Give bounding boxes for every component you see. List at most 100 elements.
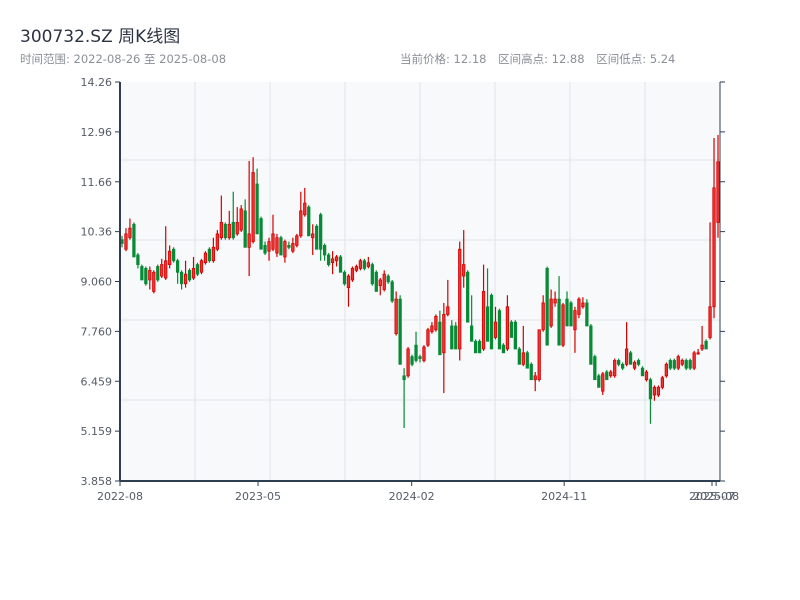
candle-body — [450, 325, 454, 350]
candle-body — [454, 325, 458, 350]
candle-body — [501, 344, 506, 354]
candle-body — [481, 291, 486, 350]
candle-body — [358, 260, 363, 269]
candle-up — [656, 385, 661, 397]
candle-body — [223, 223, 227, 239]
candle-up — [660, 375, 665, 390]
candle-body — [140, 266, 144, 281]
candle-body — [458, 248, 462, 350]
candle-body — [613, 360, 617, 377]
candle-body — [712, 187, 716, 308]
candle-body — [390, 281, 394, 302]
candle-down — [338, 254, 343, 273]
candle-body — [283, 241, 287, 258]
candle-body — [120, 239, 124, 244]
candle-down — [529, 362, 533, 381]
candle-down — [628, 350, 633, 365]
candle-down — [668, 358, 672, 371]
candle-down — [473, 339, 478, 354]
candle-body — [430, 325, 434, 333]
candle-body — [378, 279, 382, 287]
y-tick-label: 9.060 — [81, 276, 113, 289]
candle-body — [581, 302, 585, 308]
candle-body — [219, 221, 223, 239]
candle-body — [521, 352, 525, 365]
candle-body — [195, 264, 200, 275]
candle-up — [537, 329, 541, 382]
candle-down — [589, 324, 593, 365]
candle-body — [605, 371, 609, 381]
candle-body — [187, 269, 192, 281]
candle-down — [585, 299, 589, 327]
candle-body — [477, 340, 482, 354]
candle-up — [406, 347, 410, 378]
candle-body — [307, 206, 311, 237]
candle-body — [716, 161, 720, 223]
candle-body — [636, 360, 641, 365]
candle-up — [199, 258, 204, 275]
candle-body — [692, 352, 696, 369]
candle-body — [203, 252, 208, 264]
candle-body — [426, 329, 430, 346]
candle-body — [132, 223, 136, 258]
candle-body — [287, 245, 291, 248]
candle-body — [211, 246, 216, 262]
candle-body — [545, 268, 549, 346]
candle-body — [617, 360, 621, 365]
candle-body — [199, 260, 204, 273]
candle-body — [164, 260, 168, 279]
candle-body — [406, 348, 410, 377]
candle-body — [243, 210, 247, 248]
candle-body — [680, 360, 684, 365]
candle-body — [299, 210, 303, 237]
candle-down — [207, 247, 212, 263]
candle-up — [358, 258, 363, 271]
candle-body — [168, 250, 172, 265]
candle-body — [569, 302, 573, 327]
candle-body — [525, 352, 529, 369]
candle-up — [422, 345, 426, 363]
candle-body — [493, 321, 498, 338]
candle-body — [239, 208, 243, 231]
candle-body — [684, 360, 688, 369]
candle-body — [128, 227, 132, 239]
candle-down — [688, 358, 692, 371]
candle-down — [398, 295, 402, 365]
candle-body — [179, 271, 184, 285]
candle-body — [275, 237, 279, 254]
y-tick-label: 3.858 — [81, 475, 113, 488]
candle-down — [410, 354, 414, 367]
candle-body — [346, 275, 351, 288]
candle-body — [334, 256, 339, 262]
candle-down — [672, 358, 676, 371]
x-tick-label: 2024-02 — [389, 490, 435, 503]
candle-down — [144, 266, 148, 286]
candle-body — [148, 269, 152, 281]
candle-up — [613, 358, 617, 378]
candle-body — [144, 268, 148, 285]
candle-body — [497, 310, 502, 350]
y-tick-label: 12.96 — [81, 126, 113, 139]
candle-body — [311, 233, 315, 239]
candle-body — [422, 346, 426, 361]
candle-body — [410, 356, 414, 365]
candle-body — [489, 294, 494, 350]
candle-body — [688, 360, 692, 369]
candle-down — [525, 350, 529, 369]
candle-up — [275, 233, 279, 257]
candle-down — [593, 354, 597, 381]
candle-body — [700, 344, 704, 350]
candle-body — [326, 254, 331, 265]
candle-body — [553, 298, 557, 304]
candle-body — [696, 352, 700, 355]
candle-body — [609, 371, 613, 377]
candle-down — [132, 222, 136, 258]
candle-body — [303, 202, 307, 216]
y-tick-label: 11.66 — [81, 176, 113, 189]
candle-body — [533, 375, 537, 381]
candle-body — [160, 264, 164, 277]
candle-down — [517, 347, 521, 365]
candle-body — [644, 371, 649, 381]
candle-body — [315, 225, 319, 250]
candle-body — [215, 233, 219, 250]
